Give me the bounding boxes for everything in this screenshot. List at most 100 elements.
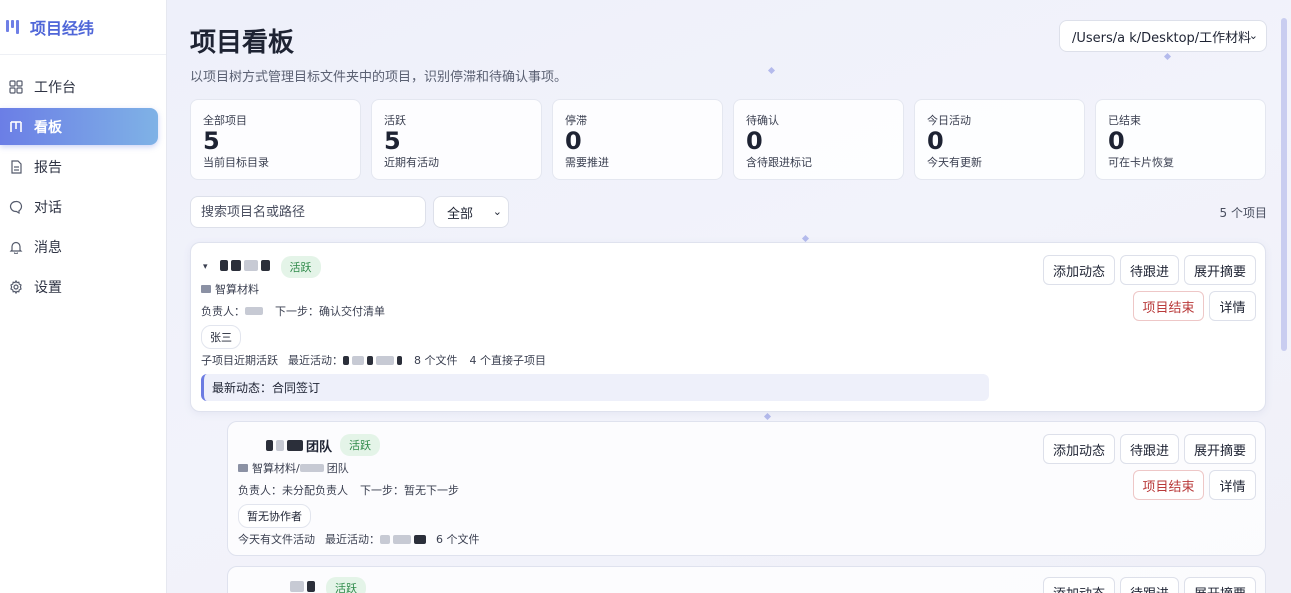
expand-summary-button[interactable]: 展开摘要 <box>1184 434 1256 464</box>
details-button[interactable]: 详情 <box>1209 470 1256 500</box>
gear-icon <box>8 279 24 295</box>
follow-up-button[interactable]: 待跟进 <box>1120 255 1179 285</box>
stats-row: 全部项目 5 当前目标目录 活跃 5 近期有活动 停滞 0 需要推进 待确认 0… <box>190 99 1266 180</box>
status-badge: 活跃 <box>326 577 366 593</box>
main-content: 项目看板 以项目树方式管理目标文件夹中的项目，识别停滞和待确认事项。 /User… <box>167 0 1291 593</box>
project-path-suffix: 团队 <box>326 462 349 475</box>
status-badge: 活跃 <box>280 256 321 278</box>
activity-note: 子项目近期活跃 <box>201 354 278 367</box>
owner-label: 负责人： <box>201 305 245 318</box>
stat-value: 5 <box>203 127 220 155</box>
project-path-text: 智算材料/ <box>252 462 300 475</box>
redacted-text <box>290 580 304 592</box>
expand-summary-button[interactable]: 展开摘要 <box>1184 255 1256 285</box>
stat-card-stalled[interactable]: 停滞 0 需要推进 <box>552 99 723 180</box>
sidebar-item-workbench[interactable]: 工作台 <box>0 68 158 105</box>
stat-hint: 今天有更新 <box>927 156 982 169</box>
expand-summary-button[interactable]: 展开摘要 <box>1184 577 1256 593</box>
brand: 项目经纬 <box>0 0 166 55</box>
sidebar-item-settings[interactable]: 设置 <box>0 268 158 305</box>
end-project-button[interactable]: 项目结束 <box>1133 470 1204 500</box>
sidebar-item-chat[interactable]: 对话 <box>0 188 158 225</box>
details-button[interactable]: 详情 <box>1209 291 1256 321</box>
sidebar-item-messages[interactable]: 消息 <box>0 228 158 265</box>
project-path: 智算材料/ 团队 <box>238 460 349 476</box>
stat-card-active[interactable]: 活跃 5 近期有活动 <box>371 99 542 180</box>
chevron-down-icon: ⌄ <box>1248 29 1258 42</box>
sidebar-item-label: 消息 <box>34 239 62 256</box>
stat-card-today[interactable]: 今日活动 0 今天有更新 <box>914 99 1085 180</box>
project-meta: 负责人： 下一步：确认交付清单 <box>201 303 385 319</box>
redacted-text <box>266 439 273 451</box>
document-icon <box>8 159 24 175</box>
scrollbar[interactable] <box>1281 18 1287 351</box>
bell-icon <box>8 239 24 255</box>
kanban-icon <box>8 119 24 135</box>
latest-update: 最新动态：合同签订 <box>201 374 989 401</box>
stat-label: 待确认 <box>746 114 779 127</box>
project-name <box>290 580 318 593</box>
redacted-text <box>287 439 303 451</box>
end-project-button[interactable]: 项目结束 <box>1133 291 1204 321</box>
redacted-text <box>380 534 390 544</box>
activity-meta: 子项目近期活跃 最近活动： 8 个文件 4 个直接子项目 <box>201 352 546 368</box>
next-step: 下一步：暂无下一步 <box>360 484 459 497</box>
project-card[interactable]: 团队 活跃 智算材料/ 团队 负责人：未分配负责人 下一步：暂无下一步 暂无协作… <box>227 421 1266 556</box>
sidebar-item-kanban[interactable]: 看板 <box>0 108 158 145</box>
folder-path-select[interactable]: /Users/a k/Desktop/工作材料 ⌄ <box>1059 20 1267 52</box>
redacted-text <box>376 355 394 365</box>
collaborator-chip: 张三 <box>201 325 241 349</box>
file-count: 6 个文件 <box>436 533 480 546</box>
stat-hint: 当前目标目录 <box>203 156 269 169</box>
status-filter-select[interactable]: 全部 ⌄ <box>433 196 509 228</box>
sidebar: 项目经纬 工作台 看板 报告 对话 消息 设置 <box>0 0 167 593</box>
stat-card-all[interactable]: 全部项目 5 当前目标目录 <box>190 99 361 180</box>
redacted-text <box>299 464 324 472</box>
folder-icon <box>238 464 248 472</box>
folder-icon <box>201 285 211 293</box>
stat-card-ended[interactable]: 已结束 0 可在卡片恢复 <box>1095 99 1266 180</box>
stat-label: 停滞 <box>565 114 587 127</box>
project-name-suffix: 团队 <box>306 439 333 455</box>
decor-sparkle <box>767 66 776 75</box>
redacted-text <box>276 439 284 451</box>
stat-card-pending[interactable]: 待确认 0 含待跟进标记 <box>733 99 904 180</box>
folder-path-value: /Users/a k/Desktop/工作材料 <box>1072 30 1252 46</box>
recent-activity-label: 最近活动： <box>325 533 380 546</box>
stat-label: 已结束 <box>1108 114 1141 127</box>
chat-icon <box>8 199 24 215</box>
stat-hint: 可在卡片恢复 <box>1108 156 1174 169</box>
activity-meta: 今天有文件活动 最近活动： 6 个文件 <box>238 531 480 547</box>
add-update-button[interactable]: 添加动态 <box>1043 434 1115 464</box>
search-input[interactable] <box>190 196 426 228</box>
expand-toggle-icon[interactable]: ▾ <box>203 262 208 272</box>
redacted-text <box>260 259 270 271</box>
owner: 负责人：未分配负责人 <box>238 484 348 497</box>
stat-hint: 含待跟进标记 <box>746 156 812 169</box>
sidebar-item-label: 报告 <box>34 159 62 176</box>
follow-up-button[interactable]: 待跟进 <box>1120 434 1179 464</box>
stat-value: 0 <box>1108 127 1125 155</box>
redacted-text <box>352 355 364 365</box>
page-title: 项目看板 <box>190 28 295 58</box>
redacted-text <box>307 580 315 592</box>
decor-sparkle <box>763 412 772 421</box>
follow-up-button[interactable]: 待跟进 <box>1120 577 1179 593</box>
project-card[interactable]: 活跃 添加动态 待跟进 展开摘要 <box>227 566 1266 593</box>
status-badge: 活跃 <box>340 434 381 456</box>
stat-label: 全部项目 <box>203 114 247 127</box>
sidebar-item-reports[interactable]: 报告 <box>0 148 158 185</box>
add-update-button[interactable]: 添加动态 <box>1043 255 1115 285</box>
redacted-text <box>245 307 263 315</box>
project-card[interactable]: ▾ 活跃 智算材料 负责人： 下一步：确认交付清单 张三 子项目近期活跃 最近活… <box>190 242 1266 412</box>
redacted-text <box>230 259 241 271</box>
collaborator-chip: 暂无协作者 <box>238 504 311 528</box>
add-update-button[interactable]: 添加动态 <box>1043 577 1115 593</box>
logo-icon <box>6 20 22 34</box>
decor-sparkle <box>801 234 810 243</box>
status-filter-value: 全部 <box>447 206 474 222</box>
stat-value: 0 <box>565 127 582 155</box>
sidebar-item-label: 工作台 <box>34 79 76 96</box>
project-name: 团队 <box>266 436 332 455</box>
chevron-down-icon: ⌄ <box>492 205 502 218</box>
